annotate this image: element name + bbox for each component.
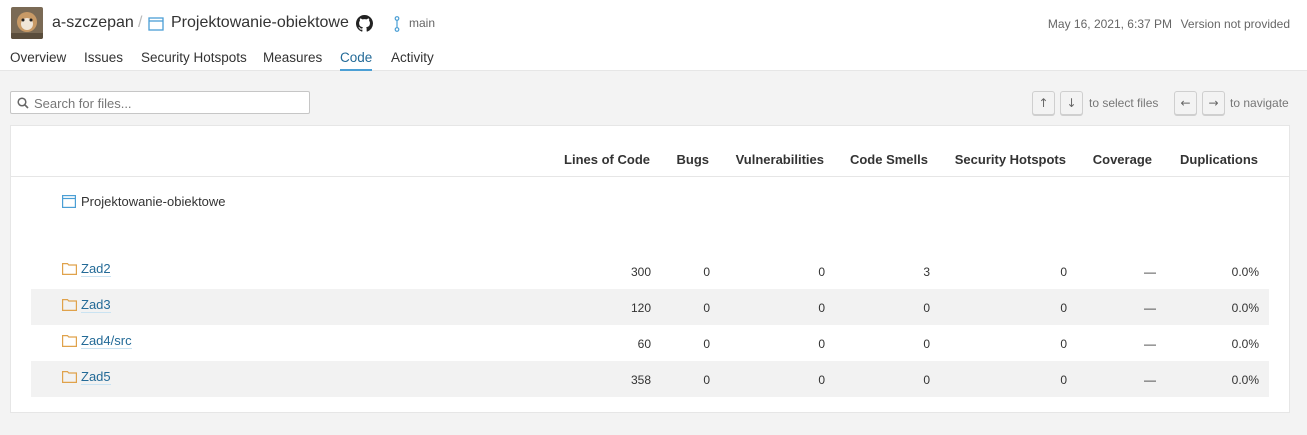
search-icon: [17, 97, 29, 112]
lines-of-code-value[interactable]: 300: [631, 265, 651, 279]
header-divider: [11, 176, 1289, 177]
folder-icon: [62, 371, 77, 386]
column-coverage[interactable]: Coverage: [1093, 152, 1152, 167]
top-bar: a-szczepan / Projektowanie-obiektowe mai…: [0, 0, 1307, 71]
lines-of-code-value[interactable]: 60: [638, 337, 651, 351]
lines-of-code-value[interactable]: 358: [631, 373, 651, 387]
folder-link[interactable]: Zad3: [81, 297, 111, 313]
security-hotspots-value[interactable]: 0: [1060, 301, 1067, 315]
column-duplications[interactable]: Duplications: [1180, 152, 1258, 167]
code-smells-value[interactable]: 0: [923, 373, 930, 387]
folder-link[interactable]: Zad4/src: [81, 333, 132, 349]
security-hotspots-value[interactable]: 0: [1060, 337, 1067, 351]
branch-name[interactable]: main: [409, 16, 435, 30]
column-lines-of-code[interactable]: Lines of Code: [564, 152, 650, 167]
organization-avatar[interactable]: [11, 7, 43, 39]
bugs-value[interactable]: 0: [703, 337, 710, 351]
vulnerabilities-value[interactable]: 0: [818, 337, 825, 351]
project-link[interactable]: Projektowanie-obiektowe: [171, 14, 349, 32]
table-row[interactable]: Zad5 358 0 0 0 0 — 0.0%: [31, 361, 1269, 397]
tab-issues[interactable]: Issues: [84, 50, 123, 71]
search-input[interactable]: [34, 94, 304, 112]
coverage-value: —: [1144, 301, 1156, 315]
bugs-value[interactable]: 0: [703, 373, 710, 387]
branch-icon: [393, 16, 401, 35]
select-files-hint: to select files: [1089, 96, 1159, 110]
coverage-value: —: [1144, 265, 1156, 279]
tab-measures[interactable]: Measures: [263, 50, 322, 71]
duplications-value[interactable]: 0.0%: [1232, 301, 1259, 315]
tab-security-hotspots[interactable]: Security Hotspots: [141, 50, 247, 71]
duplications-value[interactable]: 0.0%: [1232, 337, 1259, 351]
security-hotspots-value[interactable]: 0: [1060, 373, 1067, 387]
coverage-value: —: [1144, 373, 1156, 387]
code-smells-value[interactable]: 0: [923, 301, 930, 315]
left-key: ←: [1174, 91, 1197, 115]
column-bugs[interactable]: Bugs: [677, 152, 710, 167]
column-code-smells[interactable]: Code Smells: [850, 152, 928, 167]
code-table: Lines of Code Bugs Vulnerabilities Code …: [10, 125, 1290, 413]
navigate-hint: to navigate: [1230, 96, 1289, 110]
code-smells-value[interactable]: 3: [923, 265, 930, 279]
root-component-name: Projektowanie-obiektowe: [81, 194, 226, 209]
project-icon: [62, 195, 77, 211]
duplications-value[interactable]: 0.0%: [1232, 373, 1259, 387]
right-key: →: [1202, 91, 1225, 115]
breadcrumb-separator: /: [138, 14, 143, 31]
folder-icon: [62, 335, 77, 350]
table-row[interactable]: Zad4/src 60 0 0 0 0 — 0.0%: [31, 325, 1269, 361]
github-icon[interactable]: [356, 15, 373, 35]
vulnerabilities-value[interactable]: 0: [818, 301, 825, 315]
folder-icon: [62, 299, 77, 314]
vulnerabilities-value[interactable]: 0: [818, 265, 825, 279]
bugs-value[interactable]: 0: [703, 265, 710, 279]
tab-activity[interactable]: Activity: [391, 50, 434, 71]
column-vulnerabilities[interactable]: Vulnerabilities: [736, 152, 824, 167]
version-label: Version not provided: [1180, 17, 1290, 31]
lines-of-code-value[interactable]: 120: [631, 301, 651, 315]
down-key: ↓: [1060, 91, 1083, 115]
vulnerabilities-value[interactable]: 0: [818, 373, 825, 387]
table-row[interactable]: Zad2 300 0 0 3 0 — 0.0%: [31, 253, 1269, 289]
bugs-value[interactable]: 0: [703, 301, 710, 315]
code-smells-value[interactable]: 0: [923, 337, 930, 351]
column-security-hotspots[interactable]: Security Hotspots: [955, 152, 1066, 167]
up-key: ↑: [1032, 91, 1055, 115]
folder-link[interactable]: Zad2: [81, 261, 111, 277]
analysis-date: May 16, 2021, 6:37 PM: [1047, 17, 1172, 31]
organization-link[interactable]: a-szczepan: [52, 14, 134, 32]
tab-overview[interactable]: Overview: [10, 50, 66, 71]
duplications-value[interactable]: 0.0%: [1232, 265, 1259, 279]
table-row[interactable]: Zad3 120 0 0 0 0 — 0.0%: [31, 289, 1269, 325]
folder-icon: [62, 263, 77, 278]
file-search[interactable]: [10, 91, 310, 114]
folder-link[interactable]: Zad5: [81, 369, 111, 385]
project-icon: [148, 17, 164, 34]
coverage-value: —: [1144, 337, 1156, 351]
tab-code[interactable]: Code: [340, 50, 373, 71]
security-hotspots-value[interactable]: 0: [1060, 265, 1067, 279]
